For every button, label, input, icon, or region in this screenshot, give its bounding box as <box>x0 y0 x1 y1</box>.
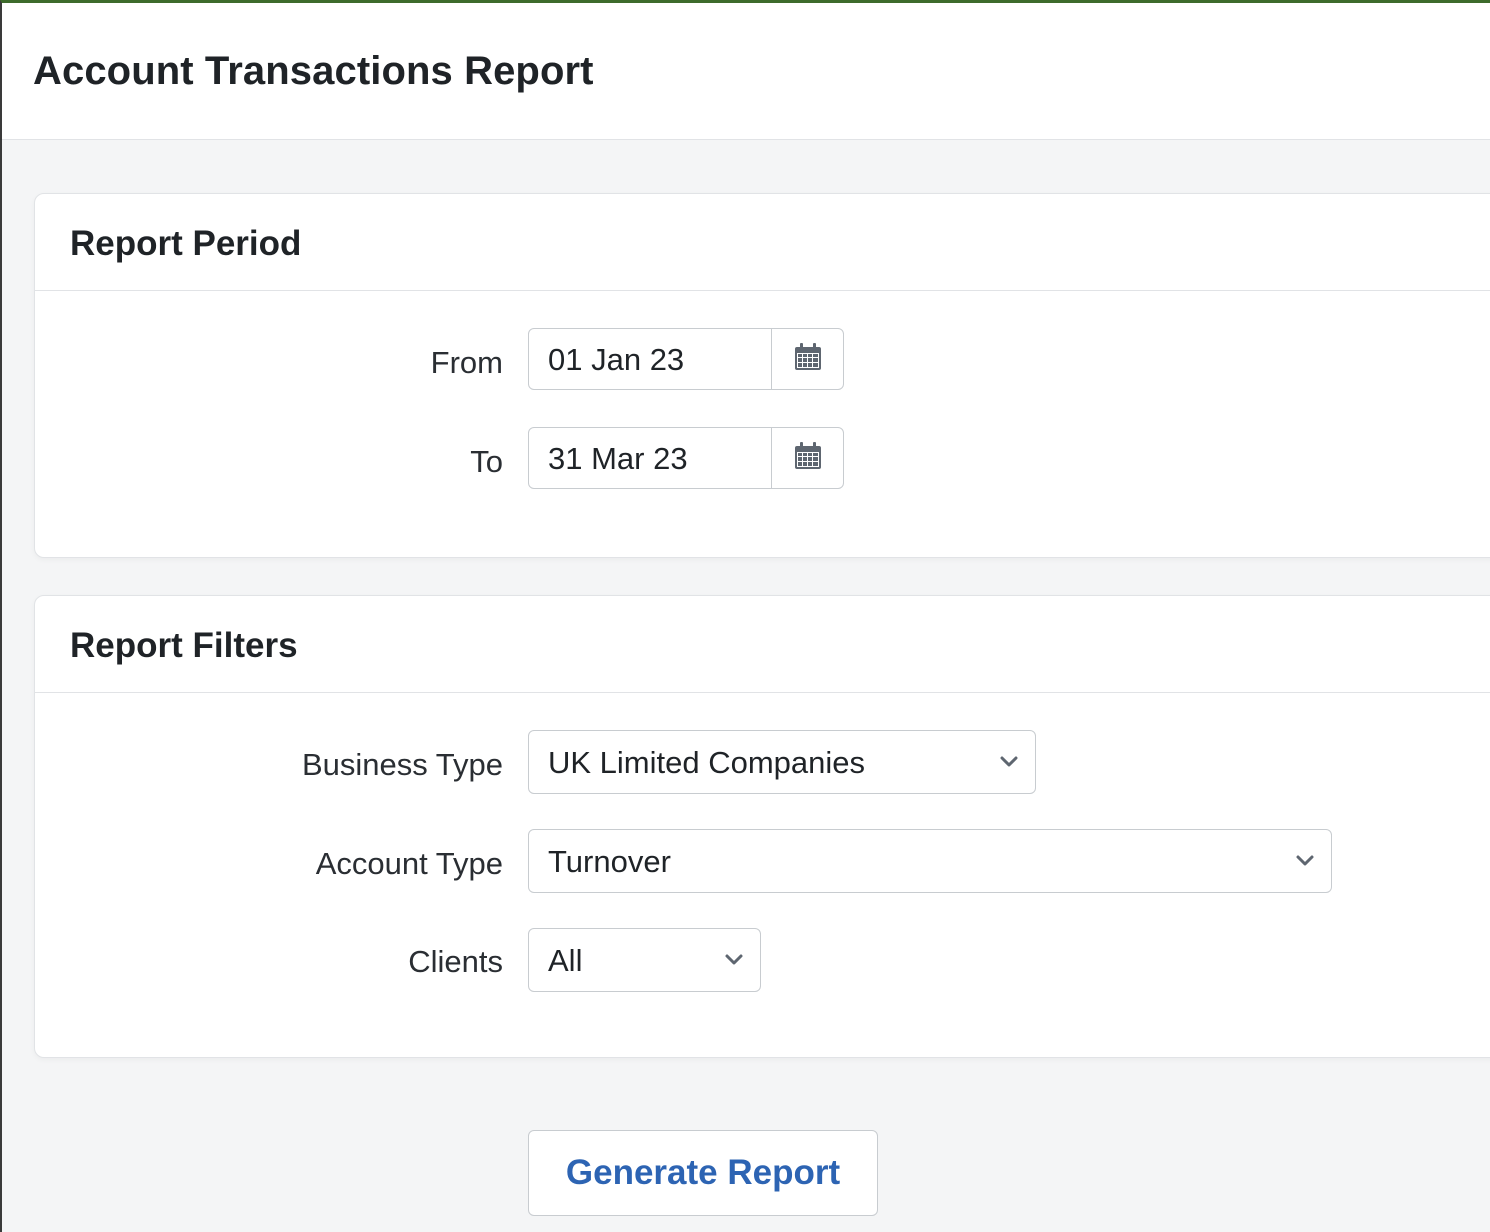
chevron-down-icon <box>999 755 1019 769</box>
report-filters-title: Report Filters <box>70 626 298 665</box>
from-label: From <box>430 345 503 380</box>
report-filters-header: Report Filters <box>35 596 1490 693</box>
app-window: Account Transactions Report Report Perio… <box>0 0 1490 1232</box>
generate-report-button[interactable]: Generate Report <box>528 1130 878 1216</box>
account-type-select[interactable]: Turnover <box>528 829 1332 893</box>
from-date-field[interactable]: 01 Jan 23 <box>528 328 844 390</box>
from-date-value: 01 Jan 23 <box>548 342 685 377</box>
business-type-label: Business Type <box>301 747 503 782</box>
report-period-card: Report Period From 01 Jan 23 To 31 Mar 2… <box>34 193 1490 558</box>
to-date-value: 31 Mar 23 <box>548 441 688 476</box>
to-date-field[interactable]: 31 Mar 23 <box>528 427 844 489</box>
calendar-icon <box>792 440 824 477</box>
clients-value: All <box>548 943 583 978</box>
business-type-select[interactable]: UK Limited Companies <box>528 730 1036 794</box>
report-period-header: Report Period <box>35 194 1490 291</box>
chevron-down-icon <box>1295 854 1315 868</box>
to-label: To <box>470 444 503 479</box>
from-calendar-button[interactable] <box>771 329 843 389</box>
business-type-value: UK Limited Companies <box>548 745 866 780</box>
account-type-value: Turnover <box>548 844 671 879</box>
clients-select[interactable]: All <box>528 928 761 992</box>
chevron-down-icon <box>724 953 744 967</box>
account-type-label: Account Type <box>315 846 503 881</box>
page-title: Account Transactions Report <box>33 49 594 93</box>
page-header: Account Transactions Report <box>2 3 1490 140</box>
report-period-title: Report Period <box>70 224 302 263</box>
clients-label: Clients <box>408 944 503 979</box>
report-filters-card: Report Filters Business Type UK Limited … <box>34 595 1490 1058</box>
to-calendar-button[interactable] <box>771 428 843 488</box>
calendar-icon <box>792 341 824 378</box>
